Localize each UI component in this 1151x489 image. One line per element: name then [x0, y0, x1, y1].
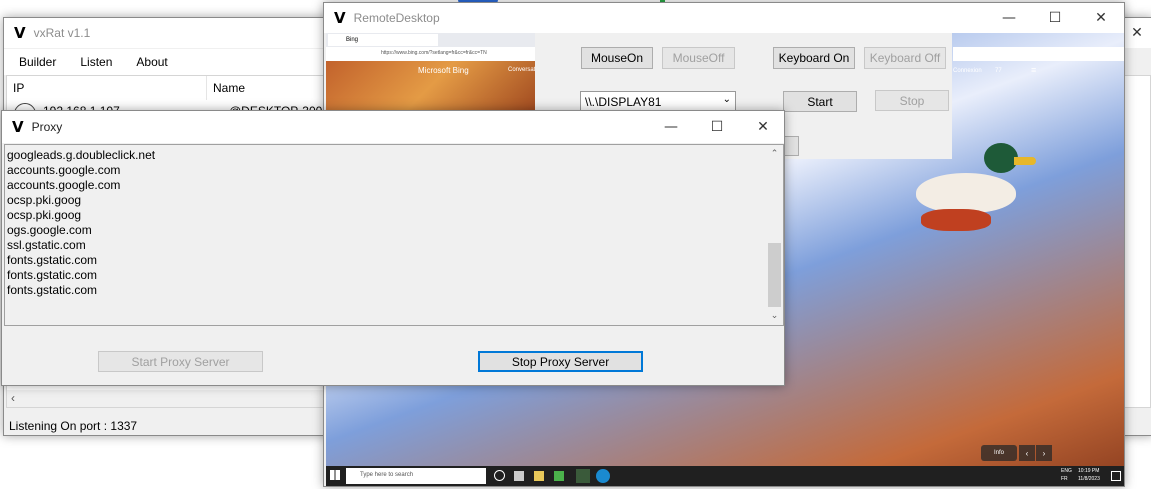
tray-date: 11/8/2023: [1078, 476, 1100, 482]
notification-icon[interactable]: [1111, 471, 1121, 481]
menu-about[interactable]: About: [136, 55, 167, 69]
menu-icon: ≡: [1031, 65, 1037, 75]
prev-arrow-icon[interactable]: ‹: [1019, 445, 1035, 461]
tray-lang: ENG: [1061, 468, 1072, 474]
duck-feet: [921, 209, 991, 231]
taskbar-app-2[interactable]: [534, 471, 544, 481]
chevron-down-icon: ⌄: [722, 94, 731, 105]
close-icon[interactable]: ✕: [1078, 3, 1124, 33]
start-proxy-button[interactable]: Start Proxy Server: [98, 351, 263, 372]
stop-button[interactable]: Stop: [875, 90, 949, 111]
display-select-value: \\.\DISPLAY81: [585, 95, 662, 109]
connexion-label: Connexion: [953, 68, 982, 74]
proxy-window: V Proxy — ☐ ✕ googleads.g.doubleclick.ne…: [1, 110, 785, 386]
remote-browser-tools: [953, 47, 1124, 61]
windows-start-icon[interactable]: [330, 470, 340, 480]
keyboard-on-button[interactable]: Keyboard On: [773, 47, 855, 69]
vertical-scrollbar[interactable]: ⌃ ⌄: [766, 145, 783, 325]
scrollbar-thumb[interactable]: [768, 243, 781, 307]
bing-conversation: Conversat: [508, 67, 536, 73]
list-item[interactable]: googleads.g.doubleclick.net: [7, 148, 155, 163]
menu-bar: Builder Listen About: [4, 49, 334, 75]
horizontal-scrollbar[interactable]: ‹: [7, 390, 337, 407]
list-item[interactable]: ocsp.pki.goog: [7, 208, 155, 223]
browser-tab-bing[interactable]: Bing: [328, 34, 438, 46]
scroll-left-arrow-icon[interactable]: ‹: [11, 391, 15, 405]
proxy-log-list[interactable]: googleads.g.doubleclick.net accounts.goo…: [4, 144, 784, 326]
list-item[interactable]: accounts.google.com: [7, 178, 155, 193]
tray-time: 10:19 PM: [1078, 468, 1100, 474]
main-window-title: vxRat v1.1: [33, 26, 91, 40]
list-item[interactable]: fonts.gstatic.com: [7, 253, 155, 268]
remote-browser-tabs: Bing: [326, 33, 536, 47]
taskbar-search-box[interactable]: Type here to search: [346, 468, 486, 484]
list-item[interactable]: ocsp.pki.goog: [7, 193, 155, 208]
close-icon[interactable]: ✕: [1122, 18, 1151, 48]
maximize-icon[interactable]: ☐: [1032, 3, 1078, 33]
minimize-icon[interactable]: —: [986, 3, 1032, 33]
remote-top-right-bar: Connexion 77 ≡: [953, 61, 1124, 83]
remote-browser-page: Microsoft Bing Conversat: [326, 61, 536, 111]
menu-listen[interactable]: Listen: [80, 55, 112, 69]
column-header-name[interactable]: Name: [207, 76, 337, 100]
proxy-app-logo: V: [12, 118, 24, 136]
info-label: Info: [993, 450, 1004, 456]
list-item[interactable]: ssl.gstatic.com: [7, 238, 155, 253]
bing-brand: Microsoft Bing: [418, 66, 469, 75]
info-chip[interactable]: Info: [981, 445, 1017, 461]
next-arrow-icon[interactable]: ›: [1036, 445, 1052, 461]
column-header-ip[interactable]: IP: [7, 76, 207, 100]
list-item[interactable]: accounts.google.com: [7, 163, 155, 178]
taskbar-edge-icon[interactable]: [596, 469, 610, 483]
status-text: Listening On port : 1337: [9, 419, 138, 433]
menu-builder[interactable]: Builder: [19, 55, 56, 69]
taskbar-app-1[interactable]: [514, 471, 524, 481]
duck-beak: [1014, 157, 1036, 165]
duck-head: [984, 143, 1018, 173]
list-item[interactable]: fonts.gstatic.com: [7, 268, 155, 283]
column-ip-label: IP: [13, 81, 25, 95]
maximize-icon[interactable]: ☐: [694, 111, 740, 143]
start-button[interactable]: Start: [783, 91, 857, 112]
minimize-icon[interactable]: —: [648, 111, 694, 143]
list-item[interactable]: fonts.gstatic.com: [7, 283, 155, 298]
browser-url: https://www.bing.com/?setlang=fr&cc=fr&c…: [381, 50, 487, 56]
stop-proxy-button[interactable]: Stop Proxy Server: [478, 351, 643, 372]
scroll-down-arrow-icon[interactable]: ⌄: [766, 307, 783, 324]
proxy-window-title: Proxy: [31, 120, 63, 134]
list-item[interactable]: ogs.google.com: [7, 223, 155, 238]
taskbar-app-4[interactable]: [576, 469, 590, 483]
remote-window-title: RemoteDesktop: [353, 11, 440, 25]
mouse-off-button[interactable]: MouseOff: [662, 47, 735, 69]
scroll-up-arrow-icon[interactable]: ⌃: [766, 145, 783, 162]
remote-taskbar: Type here to search ENG FR 10:19 PM 11/8…: [326, 466, 1124, 486]
remote-browser-urlbar: https://www.bing.com/?setlang=fr&cc=fr&c…: [326, 47, 536, 62]
reward-count: 77: [995, 68, 1002, 74]
proxy-entries: googleads.g.doubleclick.net accounts.goo…: [7, 148, 155, 298]
close-icon[interactable]: ✕: [740, 111, 786, 143]
taskbar-app-3[interactable]: [554, 471, 564, 481]
keyboard-off-button[interactable]: Keyboard Off: [864, 47, 946, 69]
status-bar: Listening On port : 1337: [4, 415, 339, 437]
tray-region: FR: [1061, 476, 1068, 482]
task-view-icon[interactable]: [494, 470, 505, 481]
display-select[interactable]: \\.\DISPLAY81 ⌄: [580, 91, 736, 111]
app-logo: V: [14, 24, 26, 42]
column-name-label: Name: [213, 81, 246, 95]
taskbar-search-text: Type here to search: [360, 472, 414, 478]
remote-app-logo: V: [334, 9, 346, 27]
mouse-on-button[interactable]: MouseOn: [581, 47, 653, 69]
browser-tab-label: Bing: [346, 37, 359, 43]
duck-body: [916, 173, 1016, 213]
